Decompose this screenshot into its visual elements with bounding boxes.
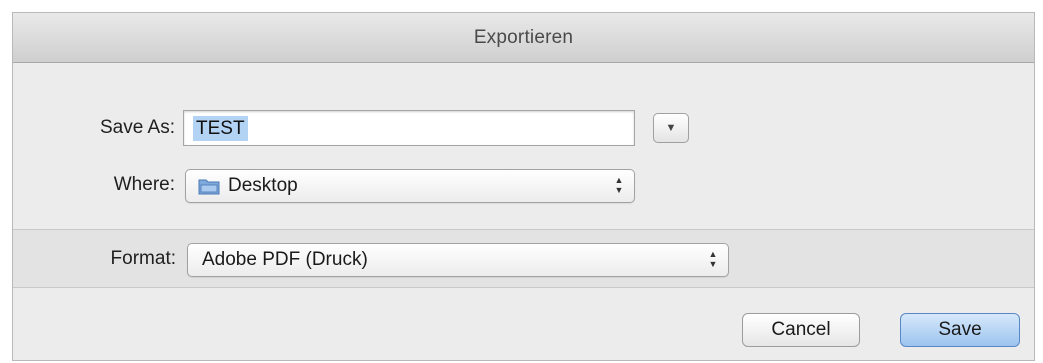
save-as-value: TEST <box>193 116 248 141</box>
save-as-label: Save As: <box>100 117 175 138</box>
where-label: Where: <box>113 174 175 195</box>
save-button[interactable]: Save <box>900 313 1020 347</box>
export-dialog: Exportieren Save As: TEST ▼ Where: Deskt… <box>12 12 1035 361</box>
popup-arrows-icon: ▲ ▼ <box>614 175 624 195</box>
expand-dialog-button[interactable]: ▼ <box>653 113 689 143</box>
cancel-button[interactable]: Cancel <box>742 313 860 347</box>
filename-section: Save As: TEST ▼ Where: Desktop ▲ ▼ <box>13 63 1034 230</box>
format-label: Format: <box>110 248 176 269</box>
folder-icon <box>198 179 220 195</box>
title-bar[interactable]: Exportieren <box>13 13 1034 63</box>
triangle-down-icon: ▼ <box>665 122 677 134</box>
where-value: Desktop <box>228 175 298 196</box>
window-title: Exportieren <box>473 27 574 48</box>
format-value: Adobe PDF (Druck) <box>202 249 368 270</box>
format-popup[interactable]: Adobe PDF (Druck) ▲ ▼ <box>187 243 729 277</box>
format-section: Format: Adobe PDF (Druck) ▲ ▼ <box>13 230 1034 288</box>
where-popup[interactable]: Desktop ▲ ▼ <box>185 169 635 203</box>
popup-arrows-icon: ▲ ▼ <box>708 249 718 269</box>
save-as-field[interactable]: TEST <box>183 110 635 146</box>
button-bar: Cancel Save <box>13 288 1034 360</box>
